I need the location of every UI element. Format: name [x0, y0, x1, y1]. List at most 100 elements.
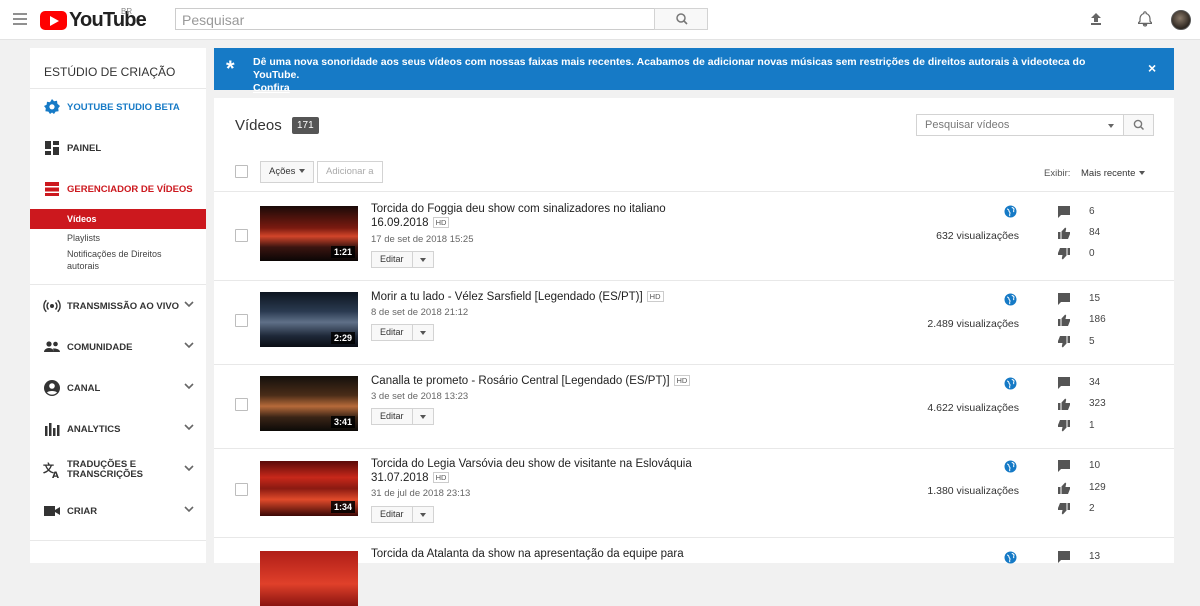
- globe-icon: [1004, 377, 1017, 390]
- youtube-logo[interactable]: YouTube BR: [40, 7, 147, 31]
- comment-stat: 10: [1057, 459, 1137, 473]
- sort-select[interactable]: Mais recente: [1081, 168, 1146, 179]
- bell-icon[interactable]: [1136, 10, 1154, 28]
- search-input[interactable]: Pesquisar: [175, 8, 654, 30]
- edit-label: Editar: [372, 252, 413, 267]
- row-checkbox[interactable]: [235, 229, 248, 242]
- sidebar-item-video-manager[interactable]: GERENCIADOR DE VÍDEOS: [30, 177, 206, 201]
- sidebar-item-translations[interactable]: 文A TRADUÇÕES E TRANSCRIÇÕES: [30, 458, 206, 482]
- video-title[interactable]: Torcida do Foggia deu show com sinalizad…: [371, 202, 701, 230]
- sidebar-item-analytics[interactable]: ANALYTICS: [30, 417, 206, 441]
- edit-button[interactable]: Editar: [371, 324, 434, 341]
- video-search-button[interactable]: [1123, 115, 1153, 135]
- hd-badge: HD: [673, 375, 691, 387]
- sidebar-item-community[interactable]: COMUNIDADE: [30, 335, 206, 359]
- sidebar-item-painel[interactable]: PAINEL: [30, 136, 206, 160]
- sidebar-subitem-copyright[interactable]: Notificações de Direitos autorais: [30, 248, 180, 272]
- sidebar-subitem-playlists[interactable]: Playlists: [30, 232, 206, 244]
- chevron-down-icon[interactable]: [413, 325, 433, 340]
- edit-label: Editar: [372, 325, 413, 340]
- sidebar-item-live[interactable]: TRANSMISSÃO AO VIVO: [30, 294, 206, 318]
- row-checkbox[interactable]: [235, 314, 248, 327]
- video-thumbnail[interactable]: 1:21: [260, 206, 358, 261]
- view-count: 2.489 visualizações: [927, 318, 1019, 330]
- chevron-down-icon[interactable]: [413, 409, 433, 424]
- like-stat: 186: [1057, 313, 1137, 327]
- thumbs-down-icon: [1058, 336, 1070, 348]
- sidebar-item-label: CANAL: [67, 382, 101, 394]
- edit-label: Editar: [372, 507, 413, 522]
- view-count: 1.380 visualizações: [927, 485, 1019, 497]
- add-to-button[interactable]: Adicionar a: [317, 161, 383, 183]
- comment-count: 15: [1089, 293, 1101, 304]
- comment-stat: 6: [1057, 205, 1137, 219]
- sidebar-item-create[interactable]: CRIAR: [30, 499, 206, 523]
- avatar[interactable]: [1171, 10, 1191, 30]
- chevron-down-icon[interactable]: [413, 252, 433, 267]
- sidebar-item-channel[interactable]: CANAL: [30, 376, 206, 400]
- video-duration: 3:41: [330, 416, 355, 428]
- row-checkbox[interactable]: [235, 398, 248, 411]
- comment-count: 10: [1089, 460, 1101, 471]
- table-row[interactable]: Torcida da Atalanta da show na apresenta…: [214, 538, 1174, 606]
- globe-icon: [1004, 205, 1017, 218]
- video-date: 8 de set de 2018 21:12: [371, 307, 469, 318]
- chevron-down-icon[interactable]: [1108, 124, 1114, 128]
- svg-text:A: A: [52, 471, 59, 479]
- comment-stat: 13: [1057, 550, 1137, 564]
- comment-icon: [1058, 551, 1070, 563]
- video-title[interactable]: Morir a tu lado - Vélez Sarsfield [Legen…: [371, 290, 701, 304]
- table-row[interactable]: 3:41 Canalla te prometo - Rosário Centra…: [214, 365, 1174, 449]
- banner-link[interactable]: Confira: [253, 82, 290, 94]
- sidebar-item-label: YOUTUBE STUDIO BETA: [67, 101, 180, 113]
- edit-button[interactable]: Editar: [371, 251, 434, 268]
- row-checkbox[interactable]: [235, 483, 248, 496]
- sidebar-subitem-videos[interactable]: Vídeos: [30, 209, 206, 229]
- live-icon: [43, 299, 61, 313]
- video-title-text: Torcida do Legia Varsóvia deu show de vi…: [371, 458, 692, 484]
- comment-count: 34: [1089, 377, 1101, 388]
- thumbs-down-icon: [1058, 503, 1070, 515]
- caret-down-icon: [1139, 171, 1146, 176]
- divider: [30, 88, 206, 89]
- show-label: Exibir:: [1044, 168, 1071, 179]
- video-title[interactable]: Torcida da Atalanta da show na apresenta…: [371, 547, 701, 561]
- video-title[interactable]: Torcida do Legia Varsóvia deu show de vi…: [371, 457, 701, 485]
- actions-button[interactable]: Ações: [260, 161, 315, 183]
- video-date: 3 de set de 2018 13:23: [371, 391, 469, 402]
- table-row[interactable]: 2:29 Morir a tu lado - Vélez Sarsfield […: [214, 281, 1174, 365]
- sidebar: ESTÚDIO DE CRIAÇÃO YOUTUBE STUDIO BETA P…: [30, 48, 206, 563]
- people-icon: [44, 341, 60, 352]
- dislike-stat: 2: [1057, 502, 1137, 516]
- video-title-text: Torcida da Atalanta da show na apresenta…: [371, 548, 684, 560]
- menu-icon[interactable]: [13, 13, 27, 25]
- chevron-down-icon: [184, 424, 194, 431]
- search-button[interactable]: [654, 8, 708, 30]
- sidebar-item-studio-beta[interactable]: YOUTUBE STUDIO BETA: [30, 95, 206, 119]
- edit-button[interactable]: Editar: [371, 408, 434, 425]
- video-search-input[interactable]: Pesquisar vídeos: [916, 114, 1154, 136]
- edit-button[interactable]: Editar: [371, 506, 434, 523]
- sidebar-item-label: COMUNIDADE: [67, 341, 133, 353]
- chevron-down-icon[interactable]: [413, 507, 433, 522]
- thumbs-down-icon: [1058, 420, 1070, 432]
- like-stat: 84: [1057, 226, 1137, 240]
- announcement-banner: * Dê uma nova sonoridade aos seus vídeos…: [214, 48, 1174, 94]
- table-row[interactable]: 1:21 Torcida do Foggia deu show com sina…: [214, 192, 1174, 281]
- video-duration: 1:21: [330, 246, 355, 258]
- upload-icon[interactable]: [1087, 10, 1105, 28]
- video-thumbnail[interactable]: 3:41: [260, 376, 358, 431]
- like-stat: 323: [1057, 397, 1137, 411]
- close-icon[interactable]: ×: [1148, 60, 1156, 76]
- select-all-checkbox[interactable]: [235, 165, 248, 178]
- chevron-down-icon: [184, 465, 194, 472]
- table-row[interactable]: 1:34 Torcida do Legia Varsóvia deu show …: [214, 449, 1174, 538]
- thumbs-up-icon: [1058, 482, 1070, 494]
- sort-value: Mais recente: [1081, 168, 1136, 179]
- video-title[interactable]: Canalla te prometo - Rosário Central [Le…: [371, 374, 701, 388]
- sidebar-item-label: TRANSMISSÃO AO VIVO: [67, 300, 180, 312]
- video-thumbnail[interactable]: 2:29: [260, 292, 358, 347]
- video-thumbnail[interactable]: 1:34: [260, 461, 358, 516]
- video-duration: 1:34: [330, 501, 355, 513]
- video-thumbnail[interactable]: [260, 551, 358, 606]
